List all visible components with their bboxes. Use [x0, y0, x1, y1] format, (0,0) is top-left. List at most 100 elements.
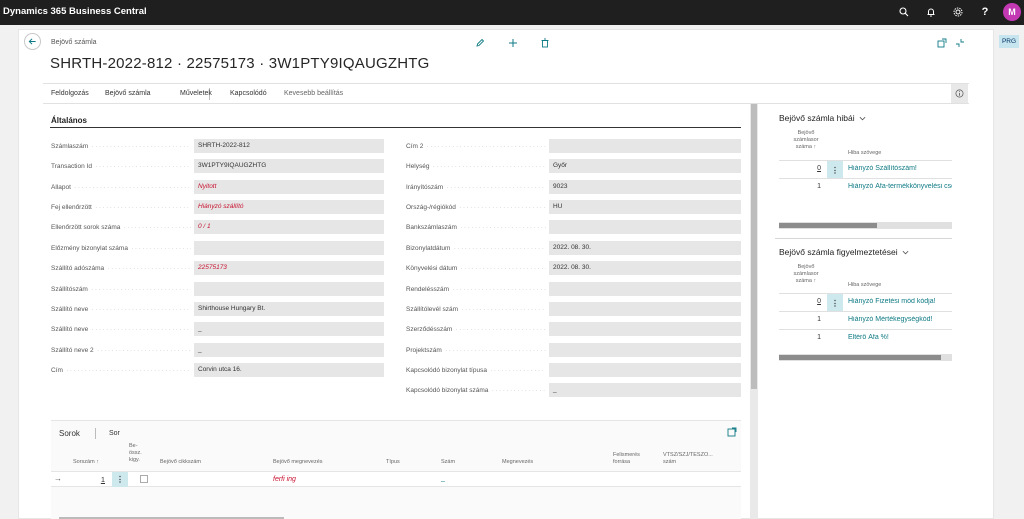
- field-label-vendor-name: Szállító neve ··························…: [51, 306, 191, 313]
- row-description[interactable]: ferfi ing: [273, 476, 296, 483]
- fb-errors-col-line[interactable]: Bejövő számlasor száma ↑: [785, 130, 827, 151]
- expand-icon[interactable]: [727, 427, 737, 437]
- col-name[interactable]: Megnevezés: [502, 459, 533, 466]
- table-row[interactable]: → 1 ⋮ ferfi ing _: [51, 471, 741, 487]
- tab-line[interactable]: Sor: [109, 430, 120, 437]
- add-icon[interactable]: [507, 37, 519, 49]
- section-divider: [50, 127, 741, 128]
- field-related-doc-type[interactable]: [549, 363, 741, 377]
- list-item[interactable]: 0 ⋮ Hiányzó Fizetési mód kódja!: [779, 293, 952, 312]
- col-vat-code[interactable]: VTSZ/SZJ/TESZO... szám: [663, 452, 723, 466]
- tab-lines[interactable]: Sorok: [59, 429, 80, 438]
- factbox-errors-table: Bejövő számlasor száma ↑ Hiba szövege 0 …: [779, 128, 952, 221]
- back-button[interactable]: [24, 33, 41, 50]
- row-line-number[interactable]: 1: [87, 475, 105, 484]
- action-show-less[interactable]: Kevesebb beállítás: [284, 90, 343, 97]
- factbox-errors-scrollbar[interactable]: [779, 222, 952, 229]
- field-vendor-name-2[interactable]: _: [194, 343, 384, 357]
- field-contract-number[interactable]: [549, 322, 741, 336]
- field-related-doc-number[interactable]: _: [549, 383, 741, 397]
- fb-warnings-col-line[interactable]: Bejövő számlasor száma ↑: [785, 264, 827, 285]
- row-menu-icon[interactable]: ⋮: [112, 472, 128, 487]
- scrollbar-thumb[interactable]: [779, 355, 941, 360]
- action-processing[interactable]: Feldolgozás: [51, 90, 89, 97]
- col-line-number[interactable]: Sorszám ↑: [73, 459, 99, 466]
- gear-icon[interactable]: [951, 5, 965, 19]
- fb-error-text[interactable]: Hiányzó Szállítószám!: [848, 165, 952, 172]
- factbox-warnings-scrollbar[interactable]: [779, 354, 952, 361]
- field-label-related-doc-number: Kapcsolódó bizonylat száma ·············…: [406, 387, 546, 394]
- field-country-code[interactable]: HU: [549, 200, 741, 214]
- field-invoice-number[interactable]: SHRTH-2022-812: [194, 139, 384, 153]
- field-post-code[interactable]: 9023: [549, 180, 741, 194]
- list-item[interactable]: 1 Hiányzó Mértékegységkód!: [779, 311, 952, 329]
- field-previous-document[interactable]: [194, 241, 384, 255]
- field-vendor-tax-number[interactable]: 22575173: [194, 261, 384, 275]
- fb-warning-text[interactable]: Hiányzó Mértékegységkód!: [848, 316, 952, 323]
- list-item[interactable]: 1 Hiányzó Áfa-termékkönyvelési csoport!: [779, 178, 952, 196]
- search-icon[interactable]: [897, 5, 911, 19]
- field-posting-date[interactable]: 2022. 08. 30.: [549, 261, 741, 275]
- field-label-contract-number: Szerződésszám ··························…: [406, 326, 546, 333]
- field-vendor-number[interactable]: [194, 282, 384, 296]
- row-menu-icon[interactable]: ⋮: [827, 161, 843, 179]
- fb-warning-line[interactable]: 0: [799, 298, 821, 305]
- general-section-title[interactable]: Általános: [51, 116, 87, 125]
- col-type[interactable]: Típus: [386, 459, 400, 466]
- field-label-checked-lines: Ellenőrzött sorok száma ················…: [51, 224, 191, 231]
- scrollbar-thumb[interactable]: [779, 223, 877, 228]
- field-order-number[interactable]: [549, 282, 741, 296]
- fb-warning-line[interactable]: 1: [799, 334, 821, 341]
- app-title[interactable]: Dynamics 365 Business Central: [3, 6, 147, 17]
- fb-warning-line[interactable]: 1: [799, 316, 821, 323]
- field-address-2[interactable]: [549, 139, 741, 153]
- field-bank-account[interactable]: [549, 220, 741, 234]
- top-bar: Dynamics 365 Business Central ? M: [0, 0, 1024, 25]
- avatar[interactable]: M: [1003, 3, 1021, 21]
- field-delivery-note[interactable]: [549, 302, 741, 316]
- field-checked-lines[interactable]: 0 / 1: [194, 220, 384, 234]
- field-label-vendor-tax-number: Szállító adószáma ······················…: [51, 265, 191, 272]
- help-icon[interactable]: ?: [978, 5, 992, 19]
- main-scrollbar-thumb[interactable]: [751, 104, 757, 389]
- action-incoming-invoice[interactable]: Bejövő számla: [105, 90, 151, 97]
- list-item[interactable]: 1 Eltérő Áfa %!: [779, 329, 952, 347]
- fb-errors-col-text[interactable]: Hiba szövege: [848, 150, 881, 157]
- list-item[interactable]: 0 ⋮ Hiányzó Szállítószám!: [779, 160, 952, 179]
- factbox-errors-title[interactable]: Bejövő számla hibái: [779, 113, 866, 123]
- fb-warnings-col-text[interactable]: Hiba szövege: [848, 282, 881, 289]
- field-status[interactable]: Nyitott: [194, 180, 384, 194]
- fb-error-text[interactable]: Hiányzó Áfa-termékkönyvelési csoport!: [848, 183, 952, 190]
- info-icon[interactable]: [951, 84, 968, 103]
- field-vendor-name[interactable]: Shirthouse Hungary Bt.: [194, 302, 384, 316]
- edit-icon[interactable]: [474, 37, 486, 49]
- field-transaction-id[interactable]: 3W1PTY9IQAUGZHTG: [194, 159, 384, 173]
- factbox-warnings-title[interactable]: Bejövő számla figyelmeztetései: [779, 247, 909, 257]
- col-description[interactable]: Bejövő megnevezés: [273, 459, 323, 466]
- action-operations[interactable]: Műveletek: [180, 90, 212, 97]
- col-number[interactable]: Szám: [441, 459, 455, 466]
- open-new-window-icon[interactable]: [936, 37, 948, 49]
- bell-icon[interactable]: [924, 5, 938, 19]
- fb-error-line[interactable]: 1: [799, 183, 821, 190]
- row-processed-checkbox[interactable]: [140, 475, 148, 483]
- col-item-number[interactable]: Bejövő cikkszám: [160, 459, 201, 466]
- field-document-date[interactable]: 2022. 08. 30.: [549, 241, 741, 255]
- col-processed[interactable]: Be- össz. kigy.: [129, 443, 151, 464]
- fb-error-line[interactable]: 0: [799, 165, 821, 172]
- field-header-checked[interactable]: Hiányzó szállító: [194, 200, 384, 214]
- row-menu-icon[interactable]: ⋮: [827, 294, 843, 312]
- delete-icon[interactable]: [539, 37, 551, 49]
- collapse-icon[interactable]: [954, 37, 966, 49]
- row-number[interactable]: _: [441, 475, 445, 482]
- field-address[interactable]: Corvin utca 16.: [194, 363, 384, 377]
- field-vendor-name-alt[interactable]: _: [194, 322, 384, 336]
- fb-warning-text[interactable]: Eltérő Áfa %!: [848, 334, 952, 341]
- fb-warning-text[interactable]: Hiányzó Fizetési mód kódja!: [848, 298, 952, 305]
- col-recognition-source[interactable]: Felismerés forrása: [613, 452, 640, 466]
- field-city[interactable]: Győr: [549, 159, 741, 173]
- field-label-previous-document: Előzmény bizonylat száma ···············…: [51, 245, 191, 252]
- field-project-number[interactable]: [549, 343, 741, 357]
- main-scrollbar[interactable]: [750, 104, 758, 519]
- action-related[interactable]: Kapcsolódó: [230, 90, 267, 97]
